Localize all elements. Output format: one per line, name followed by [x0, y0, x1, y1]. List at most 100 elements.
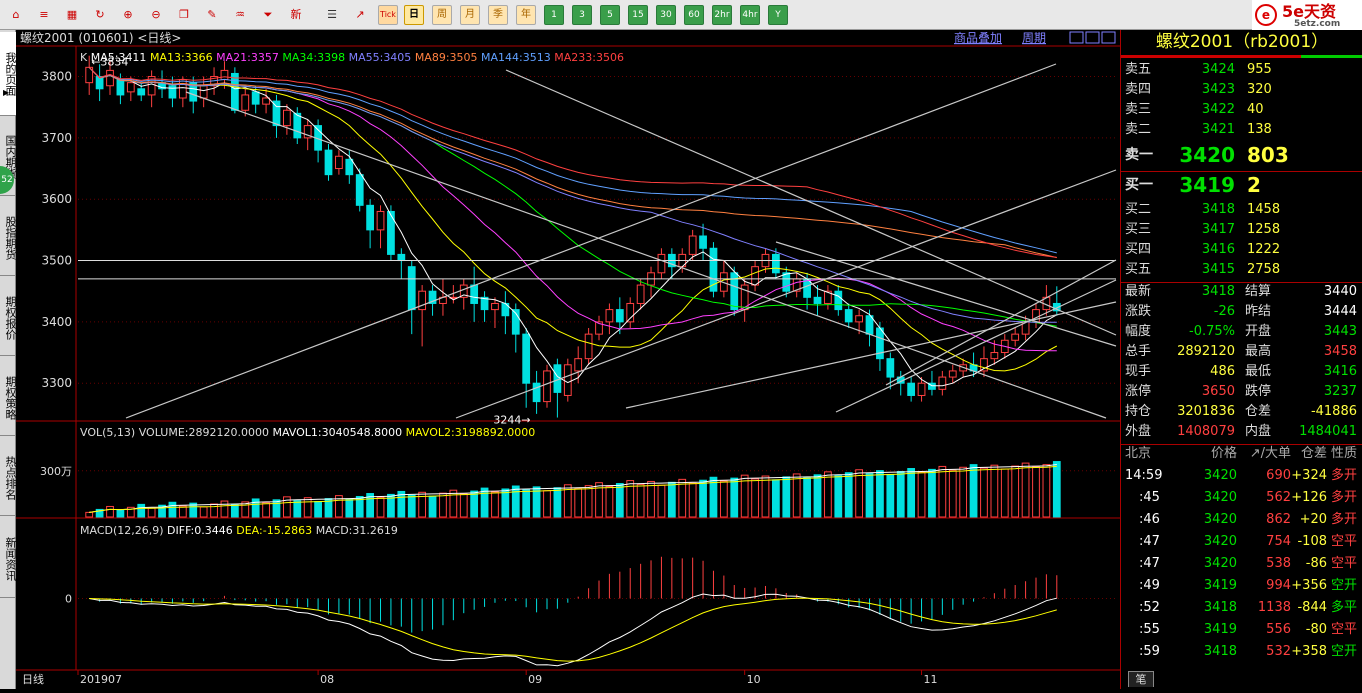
chart-line-icon[interactable]: ↗ [350, 5, 370, 25]
side-tab[interactable]: 股指期货 [0, 200, 16, 276]
zoom-in-icon[interactable]: ⊕ [118, 5, 138, 25]
volume-bar [689, 483, 696, 517]
vol-tick: 300万 [40, 465, 72, 478]
volume-bar [700, 480, 707, 517]
home-icon[interactable]: ⌂ [6, 5, 26, 25]
stack-icon[interactable]: ≡ [34, 5, 54, 25]
price-tick: 3800 [41, 70, 72, 84]
tick-oi-change: +126 [1287, 490, 1327, 506]
period-button[interactable]: 季 [488, 5, 508, 25]
minute-period-button[interactable]: 15 [628, 5, 648, 25]
high-label: ←3834 [91, 56, 128, 69]
stat-label: 仓差 [1245, 404, 1271, 420]
tick-oi-change: +324 [1287, 468, 1327, 484]
tick-oi-change: -108 [1287, 534, 1327, 550]
volume-bar [616, 484, 623, 517]
volume-bar [346, 499, 353, 517]
candle-body [585, 334, 592, 359]
minute-period-button[interactable]: 1 [544, 5, 564, 25]
kline-chart[interactable]: 螺纹2001 (010601) <日线>商品叠加周期38003700360035… [16, 30, 1120, 689]
logo-url: 5etz.com [1294, 20, 1340, 29]
volume-bar [773, 480, 780, 517]
period-button[interactable]: 日 [404, 5, 424, 25]
tick-volume: 532 [1241, 644, 1291, 660]
paint-icon[interactable]: ♒ [230, 5, 250, 25]
zoom-out-icon[interactable]: ⊖ [146, 5, 166, 25]
depth-volume: 955 [1247, 62, 1272, 78]
period-button[interactable]: 年 [516, 5, 536, 25]
filter-icon[interactable]: ⏷ [258, 5, 278, 25]
volume-bar [429, 496, 436, 517]
chart-area[interactable]: 螺纹2001 (010601) <日线>商品叠加周期38003700360035… [16, 30, 1120, 689]
minute-period-button[interactable]: 5 [600, 5, 620, 25]
volume-bar [970, 465, 977, 517]
tick-oi-change: +358 [1287, 644, 1327, 660]
ma-value: MA144:3513 [481, 51, 554, 64]
period-link[interactable]: 周期 [1022, 31, 1046, 45]
minute-period-button[interactable]: 60 [684, 5, 704, 25]
refresh-icon[interactable]: ↻ [90, 5, 110, 25]
new-button[interactable]: 新 [286, 5, 306, 25]
divider [1121, 55, 1301, 58]
contract-title: 螺纹2001（rb2001） [1121, 32, 1362, 52]
candle [388, 205, 395, 260]
minute-period-button[interactable]: 2hr [712, 5, 732, 25]
period-button[interactable]: 周 [432, 5, 452, 25]
stat-value: 3443 [1281, 324, 1357, 340]
volume-bar [138, 504, 145, 517]
period-label: 日线 [22, 672, 44, 686]
tick-oi-change: +20 [1287, 512, 1327, 528]
window-icon[interactable]: ❐ [174, 5, 194, 25]
tick-oi-change: -80 [1287, 622, 1327, 638]
volume-bar [731, 478, 738, 517]
tick-price: 3419 [1181, 578, 1237, 594]
calc-icon[interactable]: ▦ [62, 5, 82, 25]
depth-price: 3417 [1179, 222, 1235, 238]
side-tab[interactable]: 新闻资讯 [0, 520, 16, 598]
minute-period-button[interactable]: 30 [656, 5, 676, 25]
side-tab[interactable]: 期权策略 [0, 360, 16, 436]
pen-icon[interactable]: ✎ [202, 5, 222, 25]
arrow-right-icon[interactable]: ▶ [3, 88, 9, 97]
tick-volume: 562 [1241, 490, 1291, 506]
tab-tick-detail[interactable]: 笔 [1128, 671, 1154, 687]
depth-label: 卖四 [1125, 82, 1151, 98]
tick-nature: 空平 [1331, 622, 1357, 638]
tick-header: ↗/大单 [1241, 446, 1291, 462]
depth-price: 3419 [1179, 174, 1235, 196]
minute-period-button[interactable]: Y [768, 5, 788, 25]
volume-bar [492, 492, 499, 517]
overlay-link[interactable]: 商品叠加 [954, 30, 1002, 45]
tick-button[interactable]: Tick [378, 5, 398, 25]
minute-period-button[interactable]: 4hr [740, 5, 760, 25]
side-tab[interactable]: 我的页面 [0, 32, 16, 116]
period-button[interactable]: 月 [460, 5, 480, 25]
list-icon[interactable]: ☰ [322, 5, 342, 25]
side-tab[interactable]: 热点排名 [0, 440, 16, 516]
stat-value: 3416 [1281, 364, 1357, 380]
tick-oi-change: -844 [1287, 600, 1327, 616]
stat-value: -41886 [1281, 404, 1357, 420]
tick-time: :52 [1139, 600, 1160, 616]
candle-body [523, 334, 530, 383]
ma-value: MA13:3366 [150, 51, 216, 64]
depth-price: 3421 [1179, 122, 1235, 138]
macd-tick: 0 [65, 592, 72, 605]
tick-price: 3418 [1181, 600, 1237, 616]
candle-body [533, 383, 540, 401]
depth-label: 买二 [1125, 202, 1151, 218]
volume-bar [949, 470, 956, 517]
volume-bar [263, 503, 270, 517]
stat-label: 总手 [1125, 344, 1151, 360]
volume-bar [783, 477, 790, 517]
candle-body [606, 310, 613, 322]
minute-period-button[interactable]: 3 [572, 5, 592, 25]
candle-body [408, 267, 415, 310]
candle-body [616, 310, 623, 322]
side-tab[interactable]: 期权报价 [0, 280, 16, 356]
stat-label: 最高 [1245, 344, 1271, 360]
volume-bar [668, 482, 675, 517]
volume-bar [845, 473, 852, 517]
depth-price: 3423 [1179, 82, 1235, 98]
volume-bar [169, 502, 176, 517]
